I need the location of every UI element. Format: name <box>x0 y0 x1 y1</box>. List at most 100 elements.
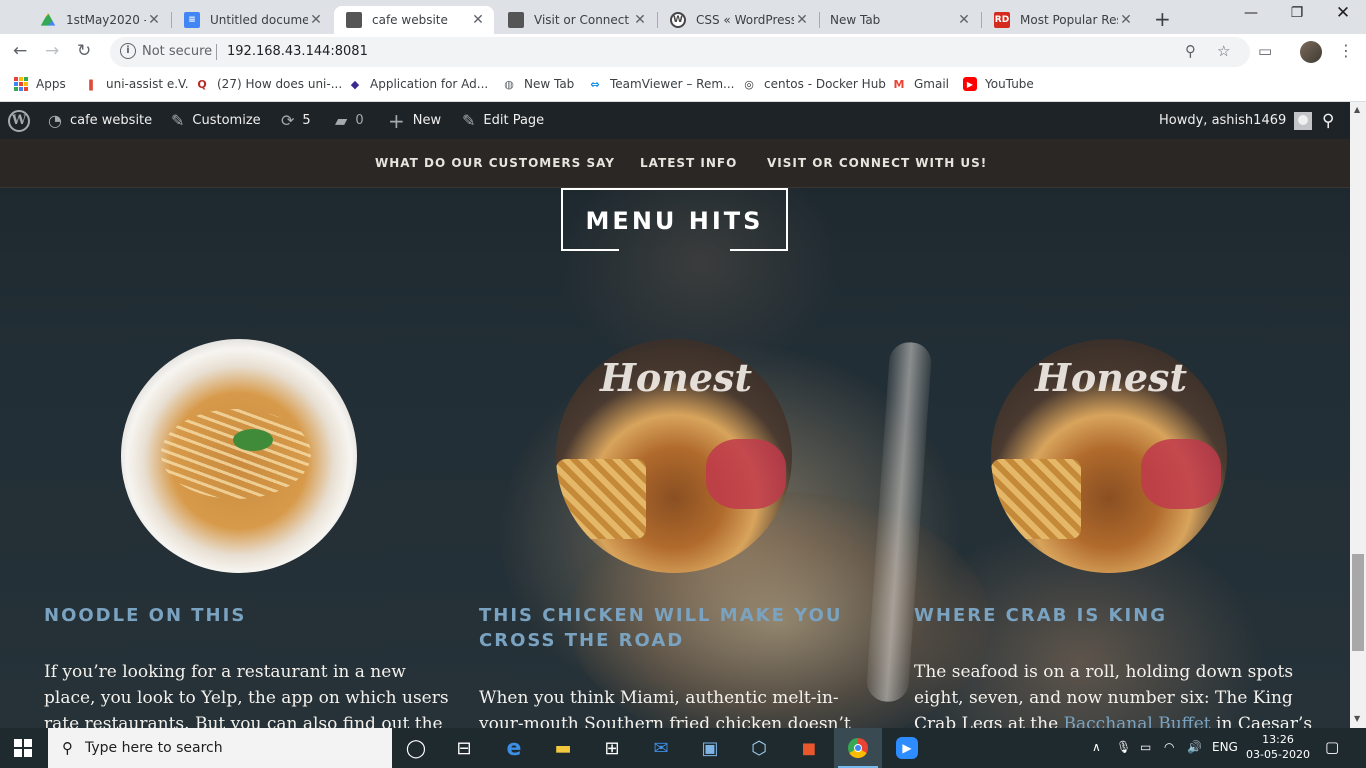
page-scrollbar[interactable]: ▲ ▼ <box>1350 102 1366 728</box>
task-view-icon[interactable]: ⊟ <box>440 728 488 768</box>
menu-item-title-line: NOODLE ON THIS <box>44 605 247 626</box>
description-text: Crab Legs at the <box>914 714 1064 728</box>
taskbar-search-box[interactable]: ⚲ Type here to search <box>48 728 392 768</box>
close-tab-icon[interactable]: ✕ <box>956 12 972 28</box>
security-label[interactable]: Not secure <box>142 44 212 59</box>
wp-updates[interactable]: ⟳ 5 <box>281 102 311 139</box>
taskbar-clock[interactable]: 13:26 03-05-2020 <box>1244 732 1312 762</box>
bookmark-label: uni-assist e.V. <box>106 77 189 91</box>
bookmark-label: Gmail <box>914 77 950 91</box>
quora-icon: Q <box>197 77 207 91</box>
nav-latest-info[interactable]: LATEST INFO <box>640 156 737 170</box>
mail-icon[interactable]: ✉ <box>637 728 685 768</box>
wp-customize[interactable]: ✎ Customize <box>171 102 261 139</box>
notification-center-icon[interactable]: ▢ <box>1325 738 1339 756</box>
info-icon[interactable]: i <box>120 43 136 59</box>
bookmark-apps[interactable]: Apps <box>14 77 66 91</box>
browser-tab[interactable]: ≡ Untitled document ✕ <box>172 6 332 34</box>
browser-tab[interactable]: Visit or Connect w ✕ <box>496 6 656 34</box>
windows-start-icon[interactable] <box>14 739 32 757</box>
wifi-icon[interactable]: ◠ <box>1164 740 1174 754</box>
virtual-machine-icon[interactable]: ▣ <box>686 728 734 768</box>
wp-my-account[interactable]: Howdy, ashish1469 <box>1159 102 1313 139</box>
volume-icon[interactable]: 🔊 <box>1187 740 1202 754</box>
browser-tab[interactable]: W CSS « WordPress C ✕ <box>658 6 818 34</box>
browser-tab[interactable]: New Tab ✕ <box>820 6 980 34</box>
updates-icon: ⟳ <box>281 111 295 130</box>
url-text[interactable]: 192.168.43.144:8081 <box>227 44 368 59</box>
scroll-up-arrow-icon[interactable]: ▲ <box>1354 105 1360 114</box>
bookmark-gmail[interactable]: M Gmail <box>892 77 950 91</box>
browser-tab[interactable]: RD Most Popular Rest ✕ <box>982 6 1142 34</box>
wp-comments-count: 0 <box>355 113 364 128</box>
pencil-icon: ✎ <box>462 111 476 130</box>
zoom-icon[interactable]: ⚲ <box>1185 42 1196 60</box>
close-tab-icon[interactable]: ✕ <box>146 12 162 28</box>
bookmark-docker-hub[interactable]: ◎ centos - Docker Hub <box>742 77 886 91</box>
close-tab-icon[interactable]: ✕ <box>1118 12 1134 28</box>
bookmark-uni-assist[interactable]: ❚ uni-assist e.V. <box>84 77 189 91</box>
address-bar[interactable]: i Not secure 192.168.43.144:8081 ⚲ ☆ <box>110 37 1250 67</box>
browser-tab-active[interactable]: cafe website ✕ <box>334 6 494 34</box>
scroll-down-arrow-icon[interactable]: ▼ <box>1354 714 1360 723</box>
bacchanal-buffet-link[interactable]: Bacchanal Buffet <box>1064 714 1211 728</box>
wp-logo-button[interactable]: W <box>8 102 30 139</box>
gmail-icon: M <box>893 77 905 91</box>
language-indicator[interactable]: ENG <box>1212 740 1238 754</box>
edge-icon[interactable]: e <box>490 728 538 768</box>
close-tab-icon[interactable]: ✕ <box>794 12 810 28</box>
close-tab-icon[interactable]: ✕ <box>470 12 486 28</box>
bookmark-quora[interactable]: Q (27) How does uni-... <box>195 77 342 91</box>
store-icon[interactable]: ⊞ <box>588 728 636 768</box>
microphone-icon[interactable]: 🎙 <box>1116 740 1131 754</box>
battery-icon[interactable]: ▭ <box>1140 740 1151 754</box>
menu-kebab-icon[interactable]: ⋮ <box>1338 41 1354 60</box>
omnibox-divider <box>216 44 217 60</box>
nav-customers-say[interactable]: WHAT DO OUR CUSTOMERS SAY <box>375 156 615 170</box>
reload-icon[interactable]: ↻ <box>77 41 91 61</box>
file-explorer-icon[interactable]: ▬ <box>539 728 587 768</box>
app-icon[interactable]: ◼ <box>785 728 833 768</box>
show-hidden-icons-chevron[interactable]: ∧ <box>1092 740 1101 754</box>
image-sign-text: Honest <box>600 355 752 400</box>
cast-icon[interactable]: ▭ <box>1258 42 1272 60</box>
diamond-icon: ◆ <box>350 77 360 91</box>
virtualbox-icon[interactable]: ⬡ <box>735 728 783 768</box>
profile-avatar[interactable] <box>1300 41 1322 63</box>
description-line: rate restaurants. But you can also find … <box>44 714 443 728</box>
nav-visit-connect[interactable]: VISIT OR CONNECT WITH US! <box>767 156 987 170</box>
bookmark-youtube[interactable]: ▶ YouTube <box>963 77 1034 91</box>
cortana-icon[interactable]: ◯ <box>392 728 440 768</box>
clock-time: 13:26 <box>1262 733 1294 746</box>
back-arrow-icon[interactable]: ← <box>13 41 27 61</box>
bookmark-new-tab[interactable]: ◍ New Tab <box>502 77 574 91</box>
user-avatar-icon <box>1294 111 1313 130</box>
minimize-icon[interactable]: — <box>1228 5 1274 21</box>
zoom-app-icon[interactable]: ▶ <box>883 728 931 768</box>
menu-item-title: NOODLE ON THIS <box>44 603 246 628</box>
description-line: eight, seven, and now number six: The Ki… <box>914 688 1293 708</box>
chrome-icon[interactable] <box>834 728 882 768</box>
comment-bubble-icon: ▰ <box>335 111 348 130</box>
scrollbar-thumb[interactable] <box>1352 554 1364 651</box>
bookmark-application[interactable]: ◆ Application for Ad... <box>348 77 488 91</box>
menu-item-description: When you think Miami, authentic melt-in-… <box>479 685 851 728</box>
browser-tab[interactable]: 1stMay2020 - Goo ✕ <box>28 6 170 34</box>
new-tab-plus-icon[interactable]: + <box>1154 7 1171 31</box>
menu-item-description: The seafood is on a roll, holding down s… <box>914 659 1312 728</box>
wp-comments[interactable]: ▰ 0 <box>335 102 364 139</box>
wp-new[interactable]: + New <box>388 102 441 139</box>
bookmark-star-icon[interactable]: ☆ <box>1217 42 1230 60</box>
wp-search[interactable]: ⚲ <box>1322 102 1342 139</box>
close-window-icon[interactable]: ✕ <box>1320 3 1366 23</box>
bookmark-teamviewer[interactable]: ⇔ TeamViewer – Rem... <box>588 77 734 91</box>
close-tab-icon[interactable]: ✕ <box>632 12 648 28</box>
forward-arrow-icon[interactable]: → <box>45 41 59 61</box>
wp-edit-page[interactable]: ✎ Edit Page <box>462 102 544 139</box>
wp-site-name[interactable]: ◔ cafe website <box>48 102 152 139</box>
rd-icon: RD <box>994 12 1010 28</box>
plus-icon: + <box>388 108 405 133</box>
restore-icon[interactable]: ❐ <box>1274 5 1320 21</box>
tab-title: CSS « WordPress C <box>696 13 794 27</box>
close-tab-icon[interactable]: ✕ <box>308 12 324 28</box>
